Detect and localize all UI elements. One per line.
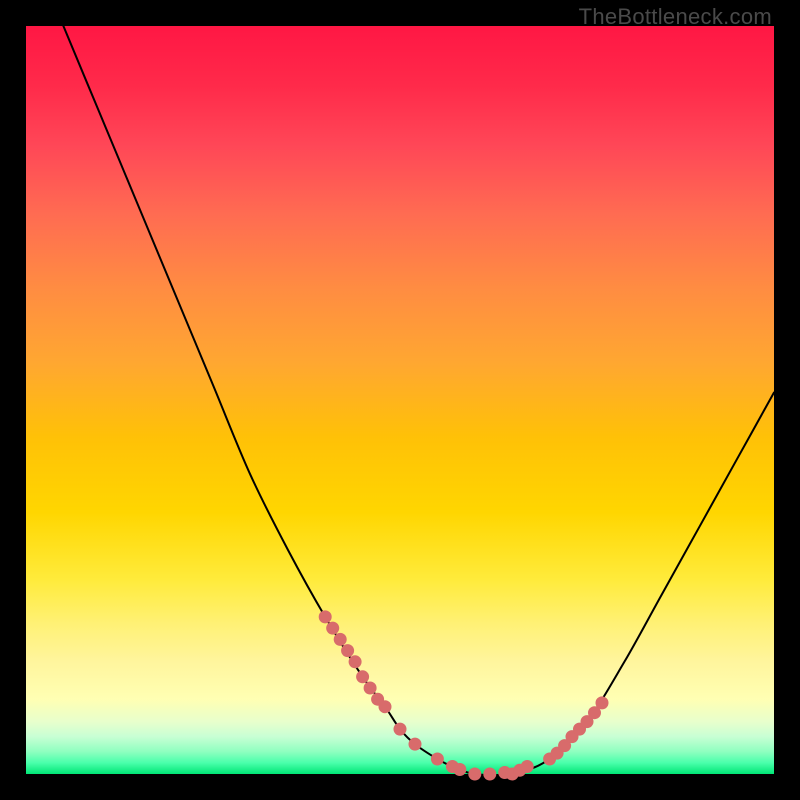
highlight-dot (409, 738, 422, 751)
highlight-dot (468, 768, 481, 781)
highlight-dots (319, 610, 609, 780)
highlight-dot (356, 670, 369, 683)
chart-area (26, 26, 774, 774)
bottleneck-chart (26, 26, 774, 774)
highlight-dot (453, 763, 466, 776)
highlight-dot (431, 753, 444, 766)
highlight-dot (379, 700, 392, 713)
watermark-text: TheBottleneck.com (579, 4, 772, 30)
highlight-dot (334, 633, 347, 646)
highlight-dot (349, 655, 362, 668)
highlight-dot (319, 610, 332, 623)
highlight-dot (483, 768, 496, 781)
highlight-dot (326, 622, 339, 635)
bottleneck-curve (63, 26, 774, 775)
highlight-dot (394, 723, 407, 736)
highlight-dot (364, 682, 377, 695)
highlight-dot (596, 696, 609, 709)
highlight-dot (521, 760, 534, 773)
highlight-dot (341, 644, 354, 657)
